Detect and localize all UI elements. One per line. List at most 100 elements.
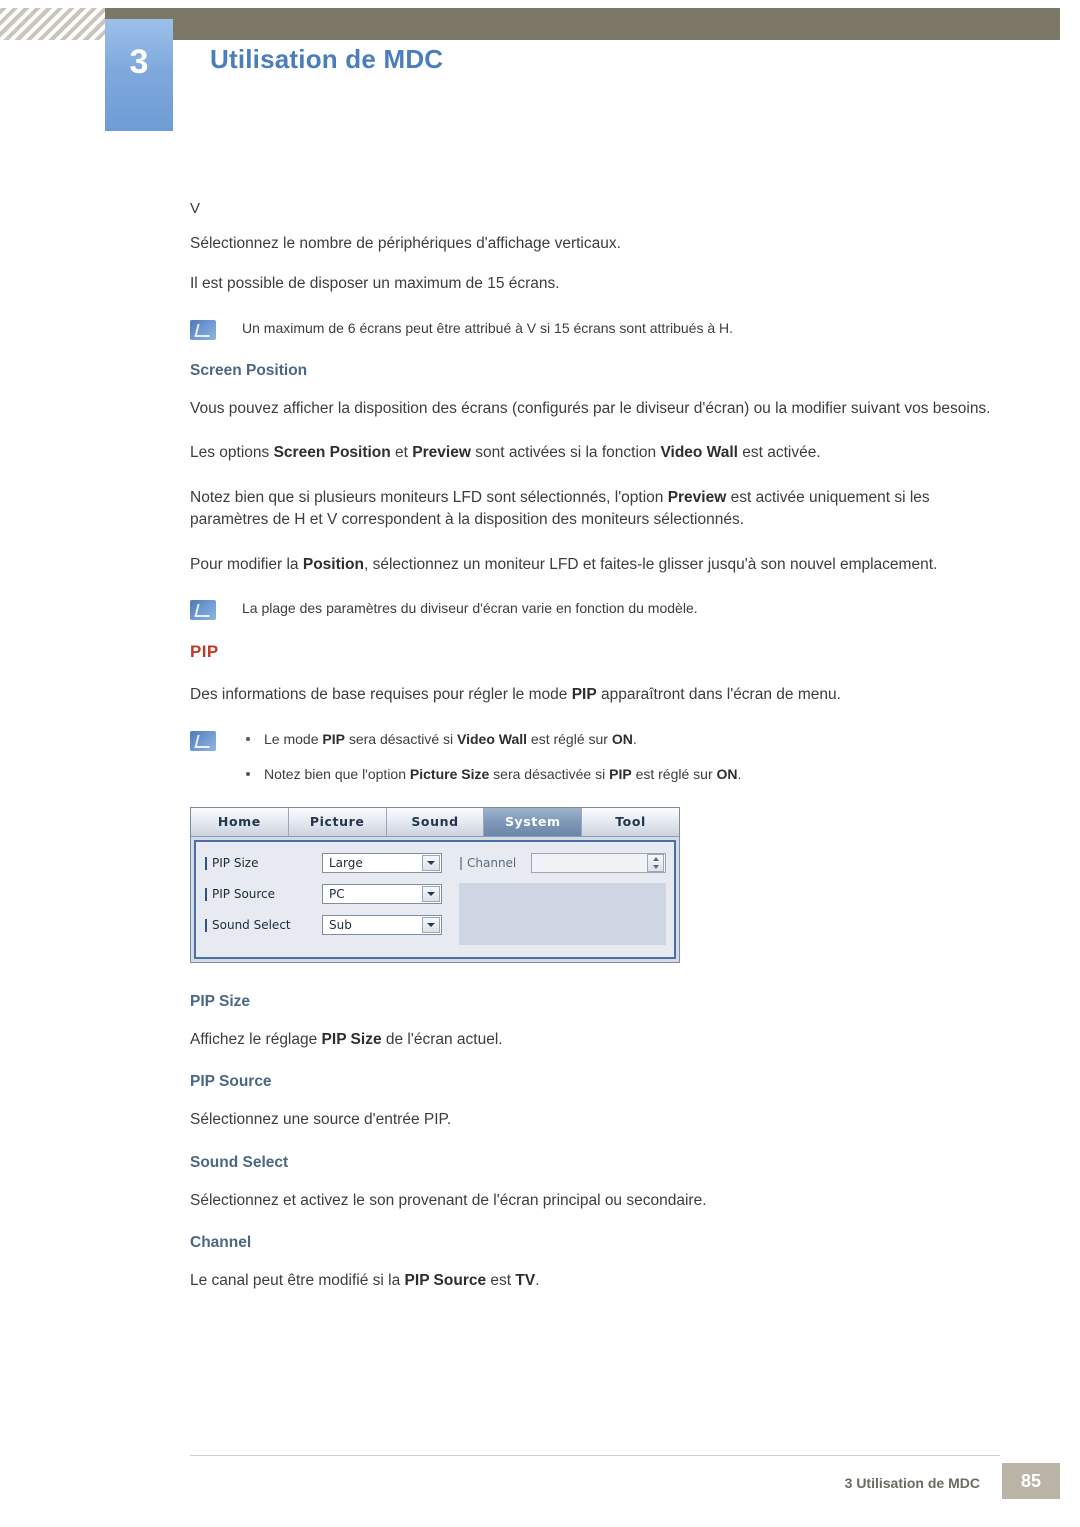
sp2-part-f: Video Wall	[660, 444, 738, 462]
note-body: Un maximum de 6 écrans peut être attribu…	[242, 318, 1000, 339]
mdc-left-column: PIP Size Large PIP Source PC Sound Selec…	[204, 852, 447, 945]
pipn1-g: .	[632, 730, 637, 747]
v-description-2: Il est possible de disposer un maximum d…	[190, 275, 560, 293]
pipn1-f: ON	[611, 730, 633, 747]
ch-c: est	[486, 1272, 516, 1290]
note-body: La plage des paramètres du diviseur d'éc…	[242, 598, 1000, 619]
ch-a: Le canal peut être modifié si la	[190, 1272, 405, 1290]
sound-select-row: Sound Select Sub	[204, 914, 447, 936]
pipn1-e: est réglé sur	[527, 730, 612, 747]
pip-size-row: PIP Size Large	[204, 852, 447, 874]
screen-position-paragraph-3: Notez bien que si plusieurs moniteurs LF…	[190, 487, 1000, 532]
v-description-1: Sélectionnez le nombre de périphériques …	[190, 235, 621, 252]
mdc-tab-bar: Home Picture Sound System Tool	[191, 807, 679, 837]
v-label: V	[190, 200, 201, 217]
mdc-right-column: Channel	[447, 852, 666, 945]
channel-label: Channel	[459, 856, 531, 870]
note-bullet-2: Notez bien que l'option Picture Size ser…	[242, 764, 1000, 785]
tab-picture[interactable]: Picture	[288, 807, 387, 836]
sp2-part-c: et	[390, 444, 413, 462]
note-block-pip: Le mode PIP sera désactivé si Video Wall…	[190, 729, 1000, 785]
mdc-system-panel: PIP Size Large PIP Source PC Sound Selec…	[194, 839, 676, 959]
channel-paragraph: Le canal peut être modifié si la PIP Sou…	[190, 1270, 1000, 1292]
pip-size-select[interactable]: Large	[322, 852, 442, 873]
note-icon	[190, 730, 216, 751]
chevron-down-icon[interactable]	[422, 916, 440, 933]
sound-select-value: Sub	[329, 917, 352, 932]
screen-position-paragraph-2: Les options Screen Position et Preview s…	[190, 442, 1000, 464]
pip-size-heading: PIP Size	[190, 992, 251, 1010]
ch-b: PIP Source	[404, 1272, 487, 1290]
mdc-screenshot: Home Picture Sound System Tool PIP Size …	[190, 806, 680, 963]
sound-select-label: Sound Select	[204, 918, 322, 932]
pipn2-a: Notez bien que l'option	[264, 765, 410, 782]
chevron-down-icon[interactable]	[422, 885, 440, 902]
sp4-part-b: Position	[302, 555, 364, 573]
pipn1-a: Le mode	[264, 730, 323, 747]
tab-system[interactable]: System	[484, 807, 583, 836]
ch-d: TV	[515, 1272, 536, 1290]
pipn1-d: Video Wall	[457, 730, 528, 747]
pip1-part-b: PIP	[571, 686, 597, 704]
note-icon	[190, 319, 216, 340]
pip-size-label: PIP Size	[204, 856, 322, 870]
note-body: Le mode PIP sera désactivé si Video Wall…	[242, 729, 1000, 785]
screen-position-paragraph-1: Vous pouvez afficher la disposition des …	[190, 399, 991, 417]
note-text: La plage des paramètres du diviseur d'éc…	[242, 600, 698, 617]
sp2-part-d: Preview	[412, 444, 471, 462]
pip-source-select[interactable]: PC	[322, 883, 442, 904]
ps-b: PIP Size	[321, 1030, 382, 1048]
sp3-part-a: Notez bien que si plusieurs moniteurs LF…	[190, 488, 668, 506]
pip-size-value: Large	[329, 855, 363, 870]
pip1-part-a: Des informations de base requises pour r…	[190, 686, 572, 704]
pip-size-paragraph: Affichez le réglage PIP Size de l'écran …	[190, 1029, 1000, 1051]
pip-section-heading: PIP	[190, 642, 219, 662]
pip-source-label: PIP Source	[204, 887, 322, 901]
page-footer: 3 Utilisation de MDC 85	[0, 1447, 1080, 1527]
screen-position-paragraph-4: Pour modifier la Position, sélectionnez …	[190, 554, 1000, 576]
chevron-down-icon[interactable]	[422, 854, 440, 871]
tab-sound[interactable]: Sound	[386, 807, 485, 836]
footer-chapter-label: 3 Utilisation de MDC	[844, 1475, 980, 1491]
pipn2-c: sera désactivée si	[489, 765, 610, 782]
sp3-part-b: Preview	[667, 488, 727, 506]
channel-heading: Channel	[190, 1234, 252, 1252]
note-bullet-1: Le mode PIP sera désactivé si Video Wall…	[242, 729, 1000, 750]
channel-inactive-area	[459, 882, 666, 945]
pipn2-d: PIP	[609, 765, 632, 782]
ps-a: Affichez le réglage	[190, 1030, 322, 1048]
sound-select-select[interactable]: Sub	[322, 914, 442, 935]
spinner-arrows-icon[interactable]	[647, 853, 664, 872]
sp4-part-a: Pour modifier la	[190, 555, 303, 573]
pip-source-value: PC	[329, 886, 345, 901]
sp4-part-c: , sélectionnez un moniteur LFD et faites…	[364, 555, 938, 573]
pipn2-b: Picture Size	[409, 765, 490, 782]
page-header: 3 Utilisation de MDC	[0, 0, 1080, 140]
page-content: V Sélectionnez le nombre de périphérique…	[190, 200, 1000, 1315]
tab-tool[interactable]: Tool	[582, 807, 679, 836]
pipn2-g: .	[737, 765, 742, 782]
ps-c: de l'écran actuel.	[381, 1030, 503, 1048]
channel-row: Channel	[459, 852, 666, 874]
note-icon	[190, 600, 216, 621]
page-title: Utilisation de MDC	[210, 44, 444, 74]
tab-home[interactable]: Home	[191, 807, 289, 836]
page-number-badge: 85	[1002, 1463, 1060, 1499]
pip-source-paragraph: Sélectionnez une source d'entrée PIP.	[190, 1111, 452, 1129]
sound-select-paragraph: Sélectionnez et activez le son provenant…	[190, 1191, 707, 1209]
pip-paragraph-1: Des informations de base requises pour r…	[190, 684, 1000, 706]
sp2-part-g: est activée.	[737, 444, 821, 462]
note-text: Un maximum de 6 écrans peut être attribu…	[242, 319, 734, 336]
pip-source-row: PIP Source PC	[204, 883, 447, 905]
note-block-v-max: Un maximum de 6 écrans peut être attribu…	[190, 318, 1000, 340]
footer-divider	[190, 1455, 1000, 1456]
sound-select-heading: Sound Select	[190, 1153, 289, 1171]
channel-stepper[interactable]	[531, 852, 666, 873]
chapter-number-badge: 3	[105, 19, 173, 131]
sp2-part-b: Screen Position	[273, 444, 391, 462]
note-block-screen-divider: La plage des paramètres du diviseur d'éc…	[190, 598, 1000, 621]
ch-e: .	[535, 1272, 540, 1290]
sp2-part-a: Les options	[190, 444, 274, 462]
header-hatch-decoration	[0, 8, 105, 40]
sp2-part-e: sont activées si la fonction	[470, 444, 661, 462]
